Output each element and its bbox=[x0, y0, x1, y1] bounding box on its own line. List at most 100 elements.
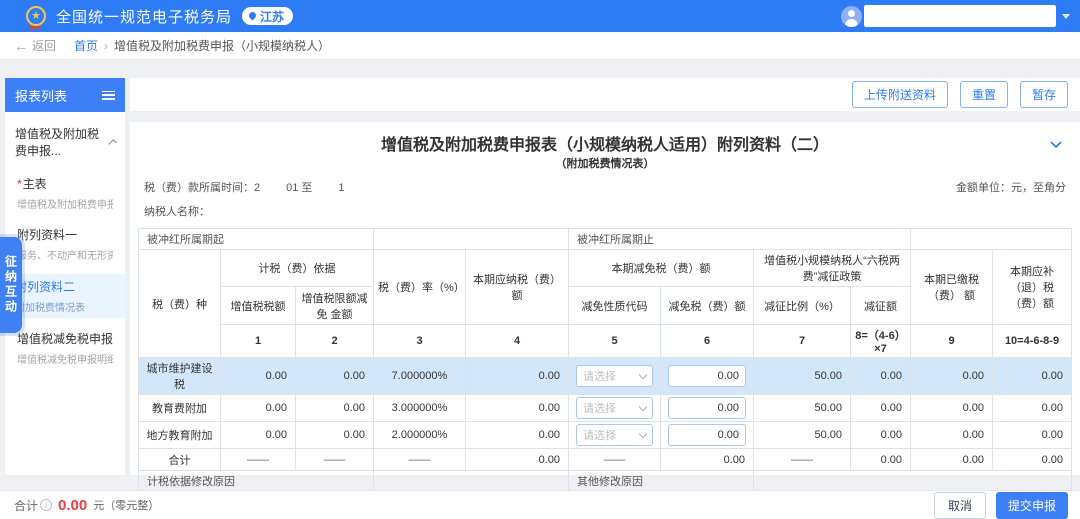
sidebar-item-1[interactable]: 附列资料一服务、不动产和无形资产扣... bbox=[15, 223, 115, 265]
cell-paid: 0.00 bbox=[911, 358, 993, 395]
col-header-reduction-ratio: 减征比例（%） bbox=[754, 287, 851, 325]
col-header-vat-amount: 增值税税额 bbox=[221, 287, 296, 325]
sidebar-item-0[interactable]: *主表增值税及附加税费申报表 bbox=[15, 172, 115, 214]
chevron-down-icon bbox=[639, 370, 647, 378]
offset-period-start-value[interactable] bbox=[374, 229, 569, 250]
sidebar-item-subtitle: 增值税减免税申报明细表 bbox=[17, 351, 113, 366]
sidebar-group-toggle[interactable]: 增值税及附加税费申报... bbox=[15, 125, 115, 159]
total-amount-words: 元（零元整） bbox=[93, 497, 159, 513]
submit-declaration-button[interactable]: 提交申报 bbox=[996, 492, 1068, 519]
relief-amount-input[interactable]: 0.00 bbox=[668, 424, 746, 446]
interaction-float-tab[interactable]: 征纳互动 bbox=[0, 237, 22, 333]
save-draft-button[interactable]: 暂存 bbox=[1020, 81, 1068, 108]
relief-code-select[interactable]: 请选择 bbox=[576, 397, 653, 419]
total-label: 合计 bbox=[14, 497, 38, 514]
cell-vat-amount: 0.00 bbox=[221, 358, 296, 395]
form-collapse-chevron-icon[interactable] bbox=[1050, 136, 1062, 154]
relief-code-cell: 请选择 bbox=[569, 422, 661, 449]
cell-reduction-amount: 0.00 bbox=[851, 395, 911, 422]
cell-paid: 0.00 bbox=[911, 395, 993, 422]
table-row: 合计——————0.00——0.00——0.000.000.00 bbox=[139, 449, 1072, 471]
user-avatar[interactable] bbox=[841, 6, 862, 27]
cell-rate: 7.000000% bbox=[374, 358, 466, 395]
sidebar-item-subtitle: 服务、不动产和无形资产扣... bbox=[17, 247, 113, 262]
cell-rate: 3.000000% bbox=[374, 395, 466, 422]
col-header-relief-amount: 减免税（费）额 bbox=[661, 287, 754, 325]
cancel-button[interactable]: 取消 bbox=[934, 492, 986, 519]
sidebar-item-3[interactable]: 增值税减免税申报明...增值税减免税申报明细表 bbox=[15, 327, 115, 369]
col-header-vat-limit-relief: 增值税限额减免 金额 bbox=[296, 287, 374, 325]
cell-rate: —— bbox=[374, 449, 466, 471]
cell-payable: 0.00 bbox=[466, 422, 569, 449]
info-icon: i bbox=[40, 499, 52, 511]
sidebar-title: 报表列表 bbox=[15, 86, 67, 105]
relief-amount-cell: 0.00 bbox=[661, 358, 754, 395]
cell-due: 0.00 bbox=[993, 395, 1072, 422]
sidebar-item-2[interactable]: 附列资料二附加税费情况表 bbox=[5, 274, 125, 318]
region-badge[interactable]: 江苏 bbox=[242, 7, 293, 25]
cell-reduction-ratio: —— bbox=[754, 449, 851, 471]
basis-change-reason-label: 计税依据修改原因 bbox=[139, 471, 374, 492]
cell-vat-limit-relief: 0.00 bbox=[296, 422, 374, 449]
sidebar-item-label: 附列资料二 bbox=[15, 278, 115, 295]
col-number-2: 2 bbox=[296, 325, 374, 358]
table-row: 教育费附加0.000.003.000000%0.00请选择0.0050.000.… bbox=[139, 395, 1072, 422]
upload-attachment-button[interactable]: 上传附送资料 bbox=[852, 81, 948, 108]
col-header-basis-group: 计税（费）依据 bbox=[221, 250, 374, 287]
col-header-due: 本期应补（退）税（费）额 bbox=[993, 250, 1072, 325]
cell-reduction-amount: 0.00 bbox=[851, 449, 911, 471]
chevron-down-icon bbox=[639, 429, 647, 437]
collapse-menu-icon[interactable] bbox=[102, 91, 115, 100]
row-label: 地方教育附加 bbox=[139, 422, 221, 449]
cell-reduction-amount: 0.00 bbox=[851, 358, 911, 395]
other-change-reason-label: 其他修改原因 bbox=[569, 471, 754, 492]
sidebar-item-subtitle: 增值税及附加税费申报表 bbox=[17, 196, 113, 211]
cell-vat-amount: 0.00 bbox=[221, 395, 296, 422]
cell-reduction-ratio: 50.00 bbox=[754, 395, 851, 422]
relief-amount-input[interactable]: 0.00 bbox=[668, 397, 746, 419]
cell-due: 0.00 bbox=[993, 358, 1072, 395]
chevron-down-icon bbox=[639, 402, 647, 410]
bottom-bar: 合计 i 0.00 元（零元整） 取消 提交申报 bbox=[0, 490, 1080, 519]
col-header-reduction-amount: 减征额 bbox=[851, 287, 911, 325]
offset-period-end-value[interactable] bbox=[911, 229, 1072, 250]
col-header-six-two-group: 增值税小规模纳税人“六税两费”减征政策 bbox=[754, 250, 911, 287]
back-link[interactable]: 返回 bbox=[32, 37, 56, 54]
basis-change-reason-value[interactable] bbox=[374, 471, 569, 492]
select-placeholder: 请选择 bbox=[583, 427, 616, 443]
sidebar-item-label: 附列资料一 bbox=[17, 226, 113, 243]
cell-relief-code: —— bbox=[569, 449, 661, 471]
cell-payable: 0.00 bbox=[466, 449, 569, 471]
user-account-box[interactable] bbox=[864, 5, 1056, 27]
cell-reduction-ratio: 50.00 bbox=[754, 422, 851, 449]
col-header-payable: 本期应纳税（费）额 bbox=[466, 250, 569, 325]
offset-period-end-label: 被冲红所属期止 bbox=[569, 229, 911, 250]
cell-paid: 0.00 bbox=[911, 449, 993, 471]
col-number-8: 8=（4-6）×7 bbox=[851, 325, 911, 358]
period-fragment-mid: 01 至 bbox=[286, 182, 312, 194]
row-label: 教育费附加 bbox=[139, 395, 221, 422]
cell-vat-limit-relief: —— bbox=[296, 449, 374, 471]
other-change-reason-value[interactable] bbox=[754, 471, 1072, 492]
col-number-1: 1 bbox=[221, 325, 296, 358]
form-title: 增值税及附加税费申报表（小规模纳税人适用）附列资料（二） bbox=[130, 131, 1080, 155]
reset-button[interactable]: 重置 bbox=[960, 81, 1008, 108]
cell-payable: 0.00 bbox=[466, 358, 569, 395]
relief-amount-input[interactable]: 0.00 bbox=[668, 365, 746, 387]
row-label: 合计 bbox=[139, 449, 221, 471]
user-dropdown-caret-icon[interactable] bbox=[1062, 14, 1070, 19]
sidebar-item-subtitle: 附加税费情况表 bbox=[15, 299, 115, 314]
form-card: 增值税及附加税费申报表（小规模纳税人适用）附列资料（二） （附加税费情况表） 税… bbox=[130, 122, 1080, 475]
col-number-9: 9 bbox=[911, 325, 993, 358]
col-header-paid: 本期已缴税（费） 额 bbox=[911, 250, 993, 325]
relief-code-select[interactable]: 请选择 bbox=[576, 424, 653, 446]
col-number-4: 4 bbox=[466, 325, 569, 358]
relief-code-select[interactable]: 请选择 bbox=[576, 365, 653, 387]
col-header-relief-code: 减免性质代码 bbox=[569, 287, 661, 325]
relief-code-cell: 请选择 bbox=[569, 395, 661, 422]
form-subtitle: （附加税费情况表） bbox=[130, 155, 1080, 171]
col-number-10: 10=4-6-8-9 bbox=[993, 325, 1072, 358]
table-row: 地方教育附加0.000.002.000000%0.00请选择0.0050.000… bbox=[139, 422, 1072, 449]
back-arrow-icon[interactable]: ← bbox=[14, 38, 28, 54]
breadcrumb-home-link[interactable]: 首页 bbox=[74, 37, 98, 54]
